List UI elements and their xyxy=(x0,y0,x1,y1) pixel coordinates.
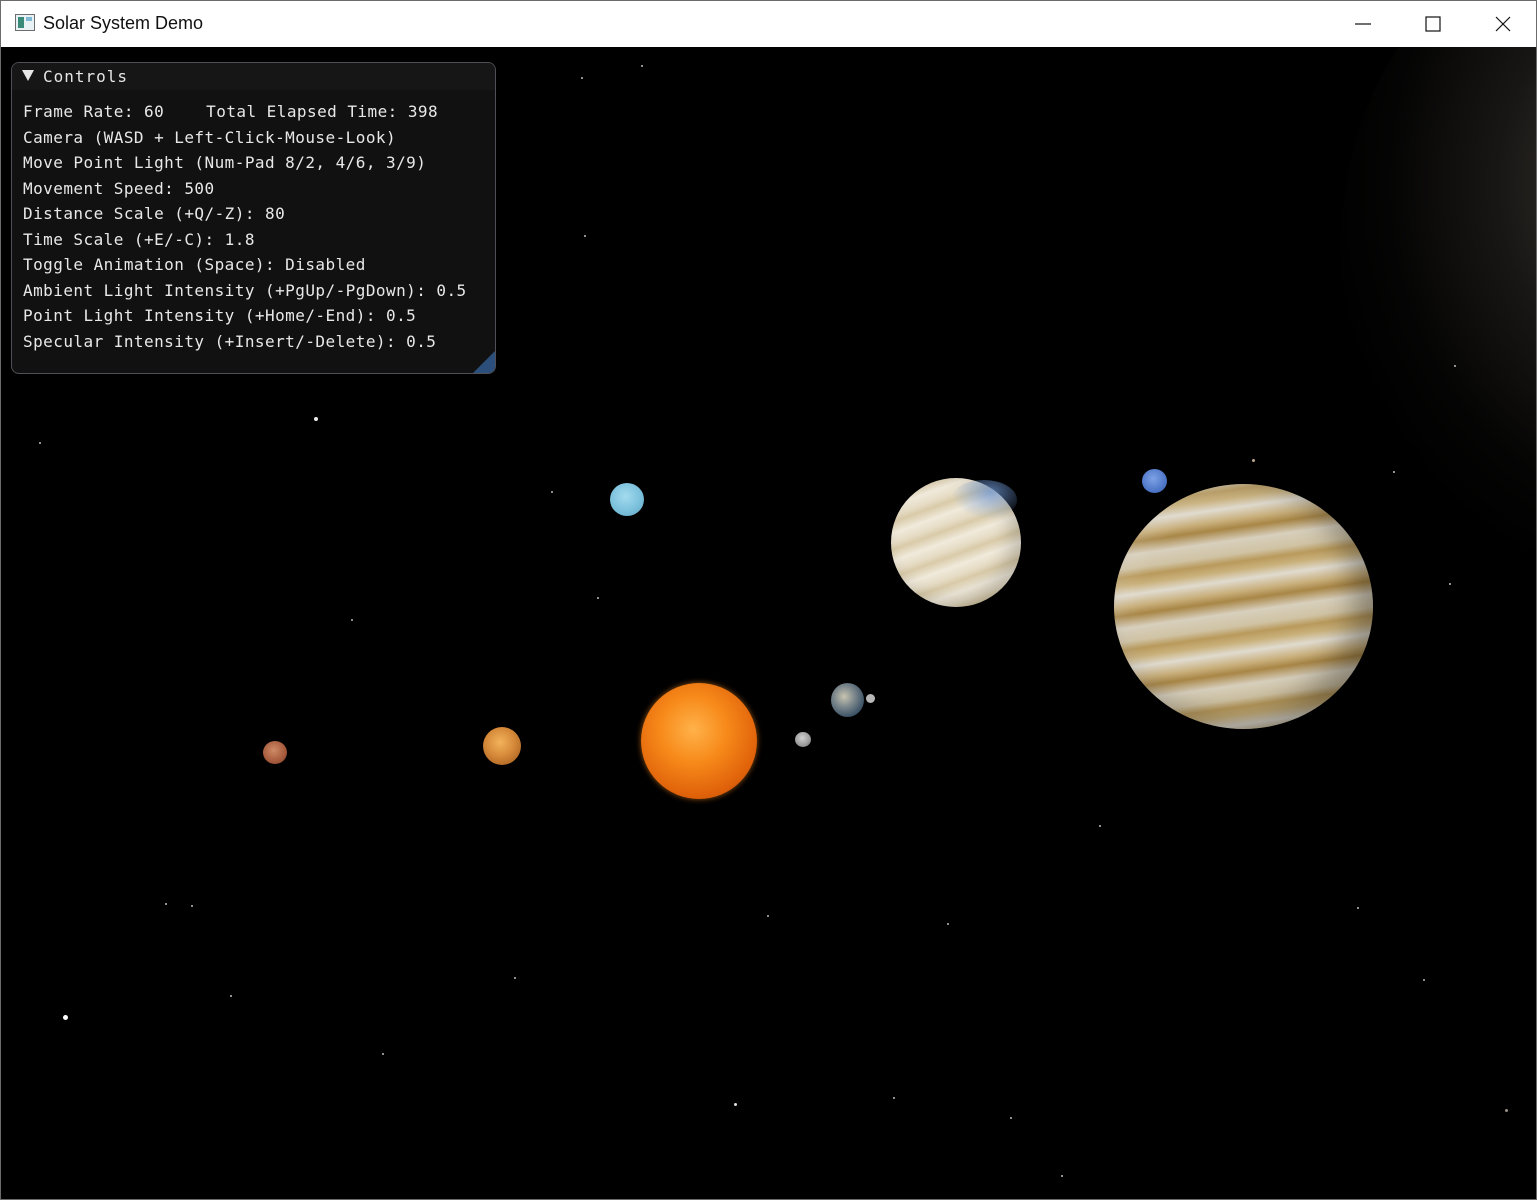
star xyxy=(1099,825,1101,827)
star xyxy=(1449,583,1451,585)
star xyxy=(1010,1117,1012,1119)
neptune xyxy=(1142,469,1167,493)
title-bar[interactable]: Solar System Demo xyxy=(1,1,1536,47)
star xyxy=(581,77,583,79)
earth xyxy=(831,683,864,717)
ambient-light-text: Ambient Light Intensity (+PgUp/-PgDown):… xyxy=(23,280,467,300)
star xyxy=(63,1015,68,1020)
star xyxy=(1505,1109,1508,1112)
maximize-icon xyxy=(1425,16,1441,32)
star xyxy=(641,65,643,67)
toggle-animation-text: Toggle Animation (Space): Disabled xyxy=(23,255,366,274)
controls-panel-title: Controls xyxy=(43,67,129,86)
frame-rate-text: Frame Rate: 60 xyxy=(23,102,165,121)
window-title: Solar System Demo xyxy=(43,13,204,33)
time-scale-text: Time Scale (+E/-C): 1.8 xyxy=(23,229,255,249)
star xyxy=(734,1103,737,1106)
star xyxy=(314,417,318,421)
resize-grip-icon[interactable] xyxy=(473,351,495,373)
star xyxy=(551,491,553,493)
star xyxy=(165,903,167,905)
venus xyxy=(483,727,521,765)
star xyxy=(893,1097,895,1099)
controls-panel[interactable]: Controls Frame Rate: 60 Total Elapsed Tim… xyxy=(11,62,496,374)
star xyxy=(584,235,586,237)
star xyxy=(597,597,599,599)
jupiter xyxy=(1114,484,1373,729)
movement-speed-text: Movement Speed: 500 xyxy=(23,178,215,198)
collapse-triangle-icon[interactable] xyxy=(22,70,34,81)
close-icon xyxy=(1495,16,1511,32)
camera-text: Camera (WASD + Left-Click-Mouse-Look) xyxy=(23,127,397,147)
star xyxy=(1423,979,1425,981)
moon xyxy=(866,694,875,703)
mars xyxy=(263,741,287,764)
mercury xyxy=(795,732,811,747)
uranus xyxy=(610,483,644,516)
star xyxy=(382,1053,384,1055)
star xyxy=(191,905,193,907)
render-viewport[interactable]: Controls Frame Rate: 60 Total Elapsed Tim… xyxy=(1,47,1536,1199)
stats-line: Frame Rate: 60 Total Elapsed Time: 398 xyxy=(23,102,467,128)
star xyxy=(1252,459,1255,462)
minimize-button[interactable] xyxy=(1328,1,1398,47)
move-point-light-text: Move Point Light (Num-Pad 8/2, 4/6, 3/9) xyxy=(23,153,427,172)
elapsed-time-text: Total Elapsed Time: 398 xyxy=(206,102,439,121)
sun xyxy=(641,683,757,799)
star xyxy=(947,923,949,925)
controls-panel-header[interactable]: Controls xyxy=(12,63,495,90)
star xyxy=(1357,907,1359,909)
distance-scale-text: Distance Scale (+Q/-Z): 80 xyxy=(23,204,286,223)
star xyxy=(1061,1175,1063,1177)
app-window: Solar System Demo Controls Frame Rate: 6… xyxy=(0,0,1537,1200)
specular-intensity-text: Specular Intensity (+Insert/-Delete): 0.… xyxy=(23,331,437,351)
star xyxy=(39,442,41,444)
maximize-button[interactable] xyxy=(1398,1,1468,47)
app-icon xyxy=(15,14,35,31)
star xyxy=(514,977,516,979)
point-light-intensity-text: Point Light Intensity (+Home/-End): 0.5 xyxy=(23,306,417,325)
star xyxy=(1393,471,1395,473)
close-button[interactable] xyxy=(1468,1,1536,47)
distant-planet-glow xyxy=(1341,47,1536,567)
star xyxy=(767,915,769,917)
star xyxy=(1454,365,1456,367)
saturn xyxy=(891,478,1021,607)
controls-list: Frame Rate: 60 Total Elapsed Time: 398 Ca… xyxy=(23,102,467,357)
minimize-icon xyxy=(1355,23,1371,25)
star xyxy=(230,995,232,997)
star xyxy=(351,619,353,621)
